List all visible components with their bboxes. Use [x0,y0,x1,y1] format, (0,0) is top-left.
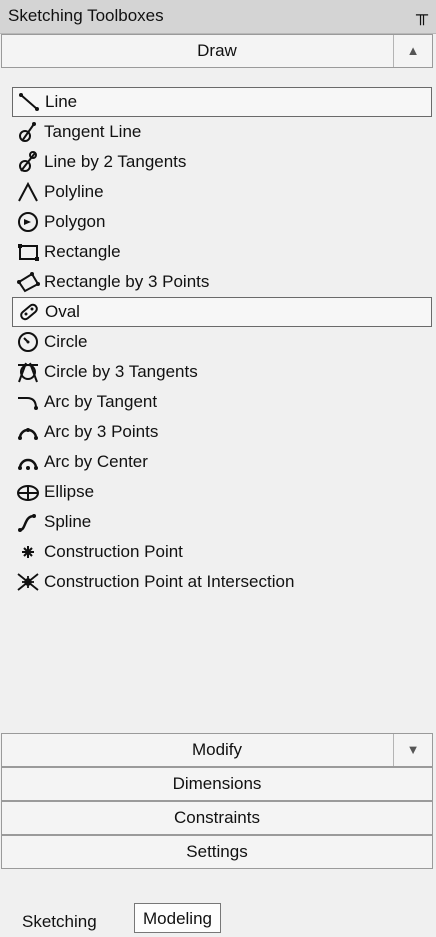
tool-oval[interactable]: Oval [12,297,432,327]
tool-label: Arc by Center [44,452,148,471]
draw-tools-list: Line Tangent Line Line by 2 Tangents Pol… [12,87,434,727]
spline-icon [16,510,40,534]
tool-construction-point[interactable]: Construction Point [12,537,432,567]
draw-section-label: Draw [197,41,237,60]
tool-label: Circle by 3 Tangents [44,362,198,381]
tool-label: Line by 2 Tangents [44,152,187,171]
toolbox-titlebar: Sketching Toolboxes ╥ [0,0,436,34]
modify-section-header[interactable]: Modify ▼ [1,733,433,767]
tool-label: Construction Point at Intersection [44,572,295,591]
tool-label: Construction Point [44,542,183,561]
settings-section-header[interactable]: Settings [1,835,433,869]
arc-by-3-points-icon [16,420,40,444]
tangent-line-icon [16,120,40,144]
tool-circle[interactable]: Circle [12,327,432,357]
tool-label: Oval [45,302,80,321]
settings-section-label: Settings [186,842,248,861]
tool-arc-by-center[interactable]: Arc by Center [12,447,432,477]
construction-point-icon [16,540,40,564]
tool-label: Tangent Line [44,122,142,141]
dimensions-section-header[interactable]: Dimensions [1,767,433,801]
toolbox-title: Sketching Toolboxes [8,6,164,25]
oval-icon [17,300,41,324]
expand-down-icon[interactable]: ▼ [393,734,432,766]
construction-point-intersection-icon [16,570,40,594]
tool-label: Circle [44,332,88,351]
tool-rectangle[interactable]: Rectangle [12,237,432,267]
arc-by-tangent-icon [16,390,40,414]
tool-label: Rectangle by 3 Points [44,272,210,291]
tool-line[interactable]: Line [12,87,432,117]
collapse-up-icon[interactable]: ▲ [393,35,432,67]
draw-section-header[interactable]: Draw ▲ [1,34,433,68]
tool-arc-by-3-points[interactable]: Arc by 3 Points [12,417,432,447]
tool-ellipse[interactable]: Ellipse [12,477,432,507]
dimensions-section-label: Dimensions [172,774,262,793]
pin-icon[interactable]: ╥ [416,5,428,25]
ellipse-icon [16,480,40,504]
tab-modeling[interactable]: Modeling [134,903,221,933]
tool-label: Spline [44,512,92,531]
tool-construction-point-at-intersection[interactable]: Construction Point at Intersection [12,567,432,597]
circle-icon [16,330,40,354]
constraints-section-label: Constraints [174,808,260,827]
tool-tangent-line[interactable]: Tangent Line [12,117,432,147]
tool-label: Ellipse [44,482,95,501]
arc-by-center-icon [16,450,40,474]
tool-label: Arc by 3 Points [44,422,159,441]
tool-label: Polygon [44,212,106,231]
polyline-icon [16,180,40,204]
tool-label: Line [45,92,78,111]
rectangle-icon [16,240,40,264]
constraints-section-header[interactable]: Constraints [1,801,433,835]
circle-by-3-tangents-icon [16,360,40,384]
line-icon [17,90,41,114]
tool-spline[interactable]: Spline [12,507,432,537]
tool-arc-by-tangent[interactable]: Arc by Tangent [12,387,432,417]
polygon-icon [16,210,40,234]
line-by-2-tangents-icon [16,150,40,174]
modify-section-label: Modify [191,740,243,759]
tool-polygon[interactable]: Polygon [12,207,432,237]
tab-sketching[interactable]: Sketching [14,907,105,937]
bottom-tab-bar: Sketching Modeling [0,901,436,937]
tool-line-by-2-tangents[interactable]: Line by 2 Tangents [12,147,432,177]
tool-label: Polyline [44,182,104,201]
tool-rectangle-by-3-points[interactable]: Rectangle by 3 Points [12,267,432,297]
tool-circle-by-3-tangents[interactable]: Circle by 3 Tangents [12,357,432,387]
tool-label: Rectangle [44,242,121,261]
rectangle-by-3-points-icon [16,270,40,294]
tool-label: Arc by Tangent [44,392,158,411]
tool-polyline[interactable]: Polyline [12,177,432,207]
